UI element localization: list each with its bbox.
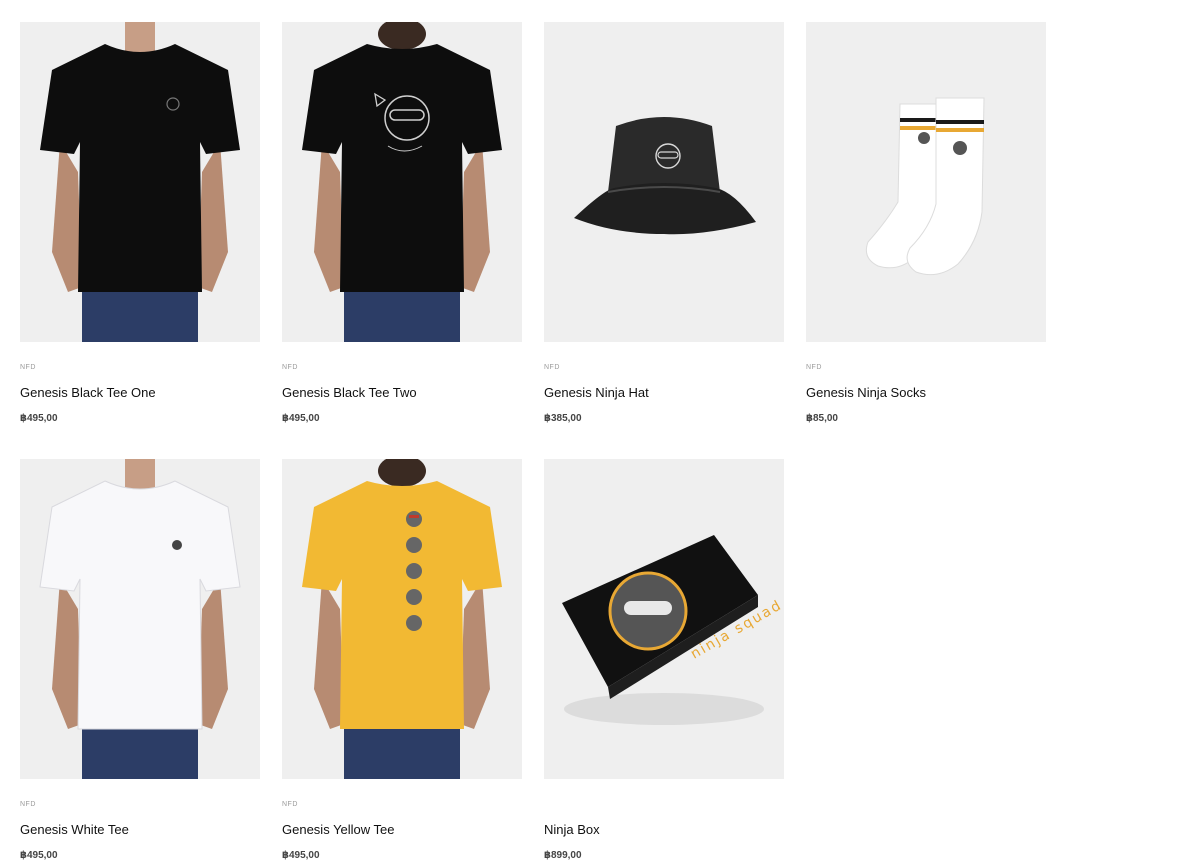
product-image[interactable] bbox=[20, 22, 260, 342]
product-card[interactable]: NFD Genesis White Tee ฿495,00 bbox=[20, 459, 260, 862]
product-title[interactable]: Genesis Ninja Hat bbox=[544, 385, 784, 401]
product-title[interactable]: Genesis Black Tee Two bbox=[282, 385, 522, 401]
yellow-tee-back-image bbox=[282, 459, 522, 779]
product-brand: NFD bbox=[544, 364, 560, 371]
product-card[interactable]: ninja squad Ninja Box ฿899,00 bbox=[544, 459, 784, 862]
product-price: ฿899,00 bbox=[544, 850, 582, 861]
product-price: ฿495,00 bbox=[282, 413, 320, 424]
product-image[interactable] bbox=[20, 459, 260, 779]
product-card[interactable]: NFD Genesis Ninja Hat ฿385,00 bbox=[544, 22, 784, 425]
product-title[interactable]: Genesis Black Tee One bbox=[20, 385, 260, 401]
product-price: ฿385,00 bbox=[544, 413, 582, 424]
product-title[interactable]: Ninja Box bbox=[544, 822, 784, 838]
product-brand: NFD bbox=[20, 801, 36, 808]
product-image[interactable] bbox=[806, 22, 1046, 342]
product-title[interactable]: Genesis Ninja Socks bbox=[806, 385, 1046, 401]
product-image[interactable] bbox=[282, 22, 522, 342]
product-title[interactable]: Genesis White Tee bbox=[20, 822, 260, 838]
product-price: ฿495,00 bbox=[20, 413, 58, 424]
black-tee-front-image bbox=[20, 22, 260, 342]
product-price: ฿85,00 bbox=[806, 413, 838, 424]
bucket-hat-image bbox=[544, 22, 784, 342]
product-card[interactable]: NFD Genesis Black Tee Two ฿495,00 bbox=[282, 22, 522, 425]
product-image[interactable] bbox=[544, 22, 784, 342]
product-brand: NFD bbox=[20, 364, 36, 371]
product-price: ฿495,00 bbox=[20, 850, 58, 861]
product-brand: NFD bbox=[282, 364, 298, 371]
black-tee-back-image bbox=[282, 22, 522, 342]
socks-image bbox=[806, 22, 1046, 342]
product-card[interactable]: NFD Genesis Black Tee One ฿495,00 bbox=[20, 22, 260, 425]
product-image[interactable] bbox=[282, 459, 522, 779]
white-tee-front-image bbox=[20, 459, 260, 779]
product-price: ฿495,00 bbox=[282, 850, 320, 861]
product-brand: NFD bbox=[806, 364, 822, 371]
product-card[interactable]: NFD Genesis Yellow Tee ฿495,00 bbox=[282, 459, 522, 862]
product-grid: NFD Genesis Black Tee One ฿495,00 NFD Ge… bbox=[0, 0, 1200, 864]
product-brand: NFD bbox=[282, 801, 298, 808]
product-title[interactable]: Genesis Yellow Tee bbox=[282, 822, 522, 838]
product-card[interactable]: NFD Genesis Ninja Socks ฿85,00 bbox=[806, 22, 1046, 425]
product-image[interactable]: ninja squad bbox=[544, 459, 784, 779]
ninja-box-image: ninja squad bbox=[544, 459, 784, 779]
